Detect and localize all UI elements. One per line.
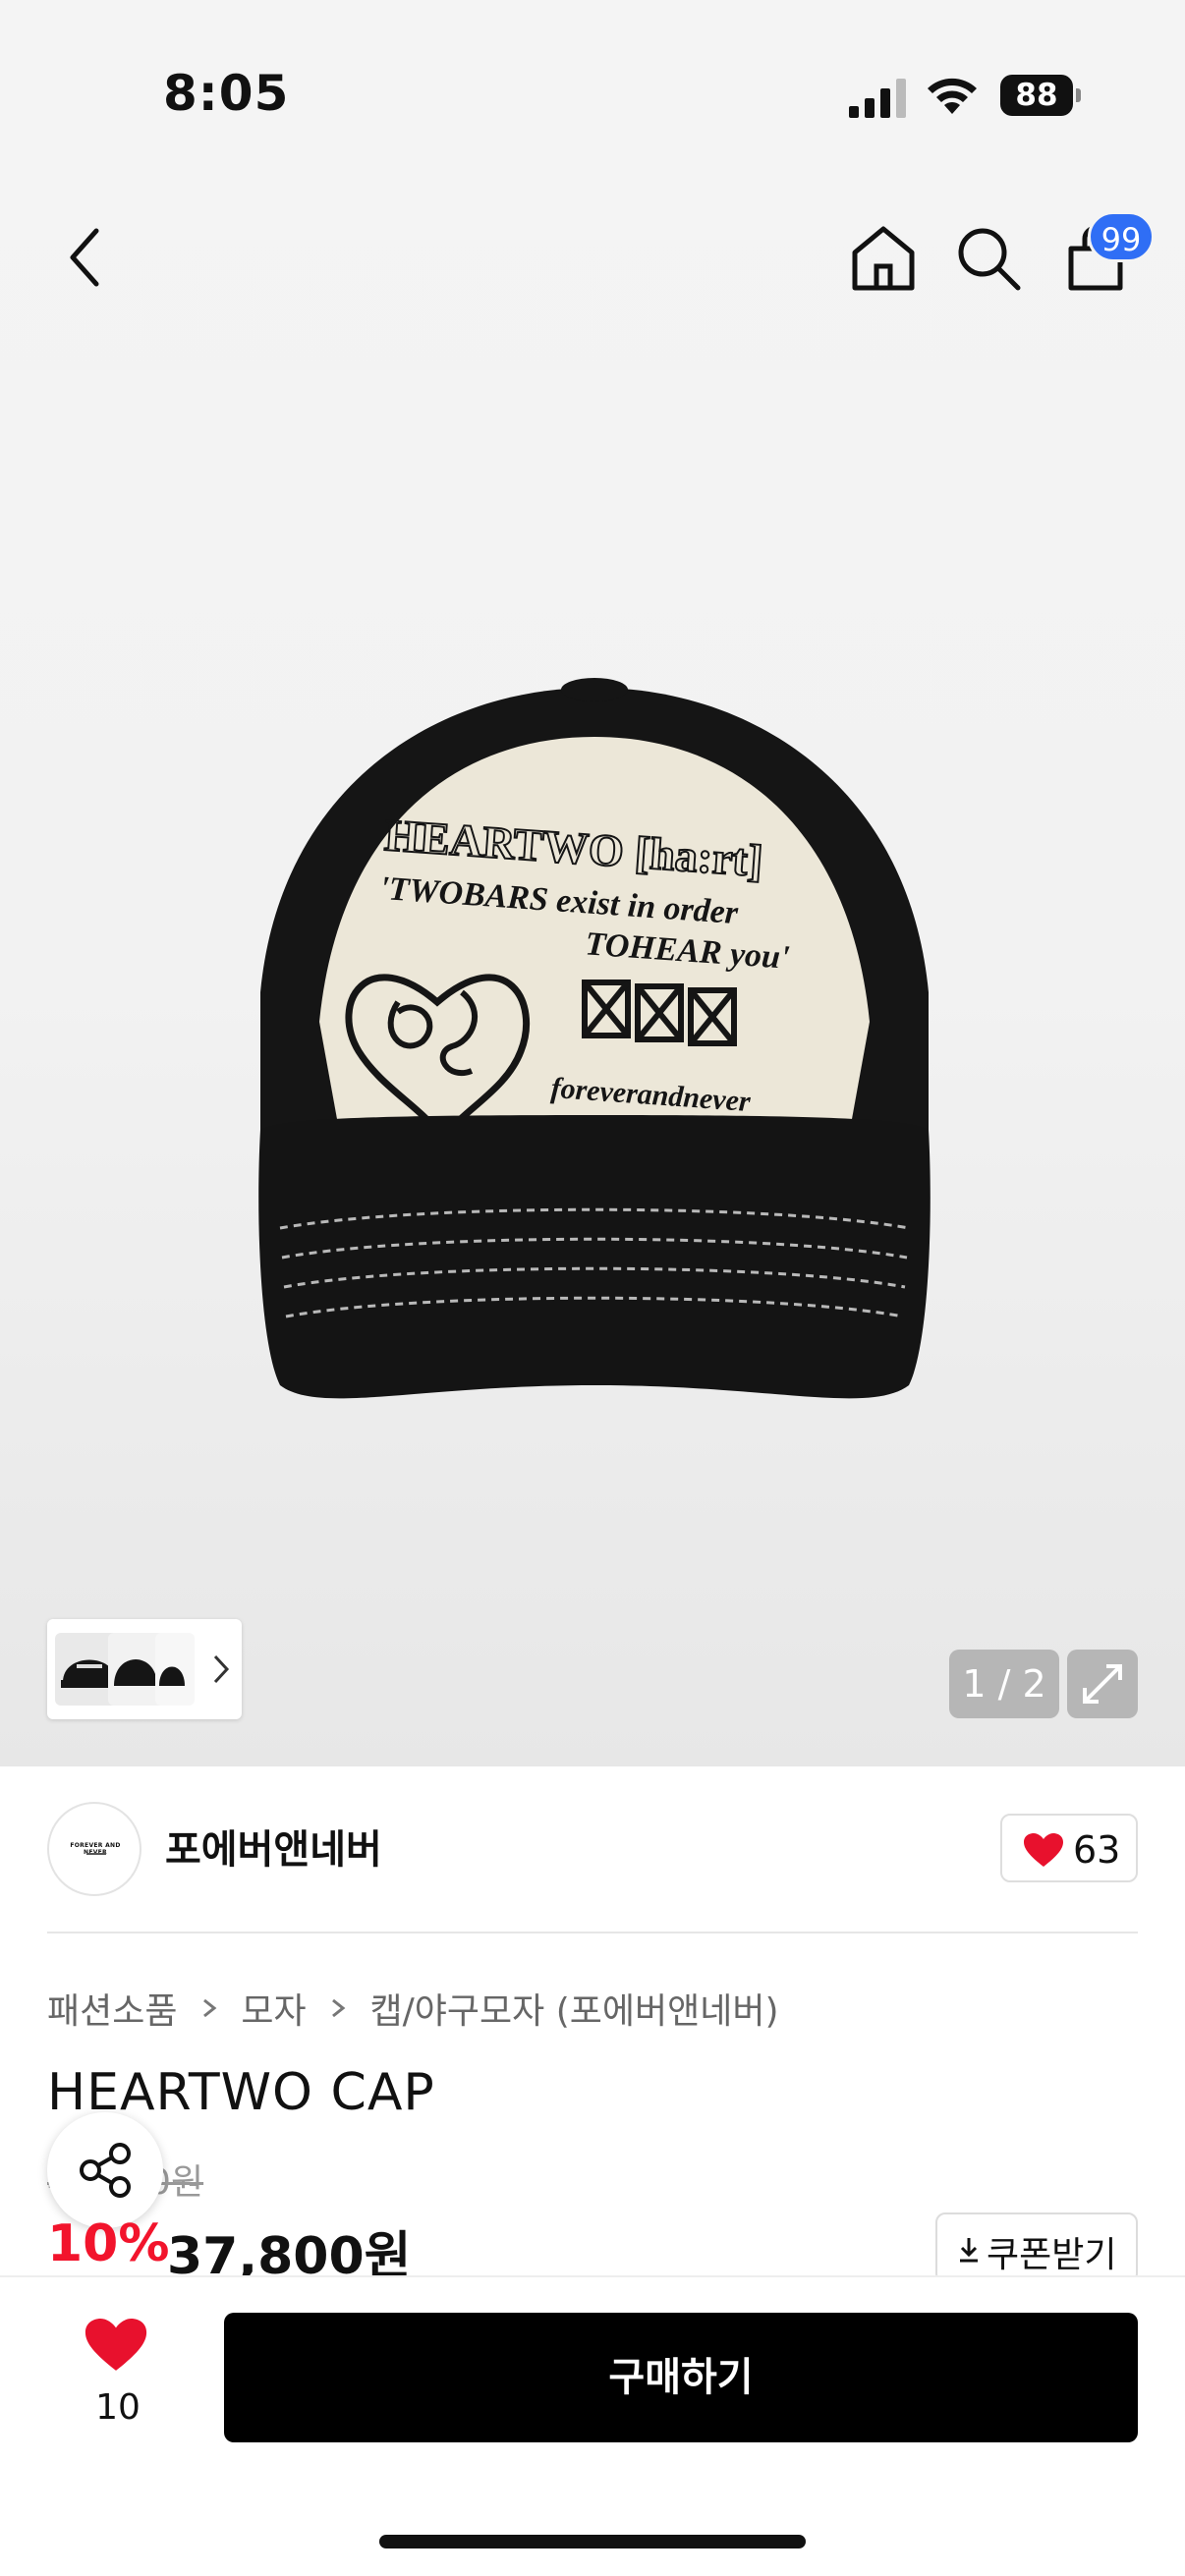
bottom-action-bar: 10 구매하기: [0, 2275, 1185, 2576]
heart-icon: [1024, 1833, 1063, 1867]
breadcrumb-item-1[interactable]: 패션소품: [47, 1983, 177, 2034]
signal-icon: [849, 79, 906, 118]
page-indicator: 1 / 2: [949, 1650, 1059, 1718]
share-icon: [80, 2143, 131, 2198]
brand-like-count: 63: [1073, 1828, 1121, 1872]
expand-icon: [1083, 1664, 1122, 1704]
wishlist-count: 10: [95, 2387, 141, 2428]
battery-icon: 88: [1000, 75, 1081, 116]
download-icon: [960, 2238, 978, 2263]
share-button[interactable]: [47, 2112, 163, 2228]
discount-rate: 10%: [47, 2214, 170, 2273]
expand-button[interactable]: [1067, 1650, 1138, 1718]
chevron-right-icon[interactable]: [210, 1651, 232, 1688]
chevron-right-icon: [203, 1998, 217, 2018]
home-icon[interactable]: [847, 221, 921, 295]
buy-button[interactable]: 구매하기: [224, 2313, 1138, 2442]
status-bar: 8:05 88: [0, 0, 1185, 187]
breadcrumb-item-2[interactable]: 모자: [241, 1983, 306, 2034]
wifi-icon: [928, 78, 977, 114]
thumbnail-3[interactable]: [155, 1633, 195, 1706]
product-gallery[interactable]: 8:05 88 99 HEARTWO [ha:rt] 'TWOBARS exis…: [0, 0, 1185, 1766]
brand-row[interactable]: FOREVER AND NEVER 포에버앤네버 63: [0, 1766, 1185, 1933]
brand-logo[interactable]: FOREVER AND NEVER: [47, 1802, 141, 1896]
coupon-button[interactable]: 쿠폰받기: [935, 2212, 1138, 2283]
brand-like-button[interactable]: 63: [1000, 1814, 1138, 1882]
coupon-label: 쿠폰받기: [987, 2235, 1117, 2275]
brand-name[interactable]: 포에버앤네버: [165, 1818, 382, 1875]
cart-count-badge: 99: [1088, 211, 1155, 262]
breadcrumb: 패션소품 모자 캡/야구모자 (포에버앤네버): [47, 1983, 779, 2032]
product-image[interactable]: HEARTWO [ha:rt] 'TWOBARS exist in order …: [221, 668, 968, 1434]
wishlist-button[interactable]: 10: [79, 2319, 157, 2436]
back-chevron-icon[interactable]: [55, 221, 114, 295]
thumbnail-strip[interactable]: [47, 1619, 242, 1719]
brand-logo-line: [86, 1853, 106, 1855]
battery-cap: [1076, 88, 1081, 102]
search-icon[interactable]: [951, 221, 1025, 295]
battery-level: 88: [1000, 75, 1073, 116]
status-time: 8:05: [163, 65, 290, 122]
chevron-right-icon: [332, 1998, 346, 2018]
breadcrumb-item-3[interactable]: 캡/야구모자 (포에버앤네버): [370, 1983, 779, 2034]
home-indicator: [379, 2535, 806, 2548]
heart-icon: [85, 2319, 147, 2371]
top-nav: [0, 196, 1185, 319]
divider: [47, 1932, 1138, 1933]
